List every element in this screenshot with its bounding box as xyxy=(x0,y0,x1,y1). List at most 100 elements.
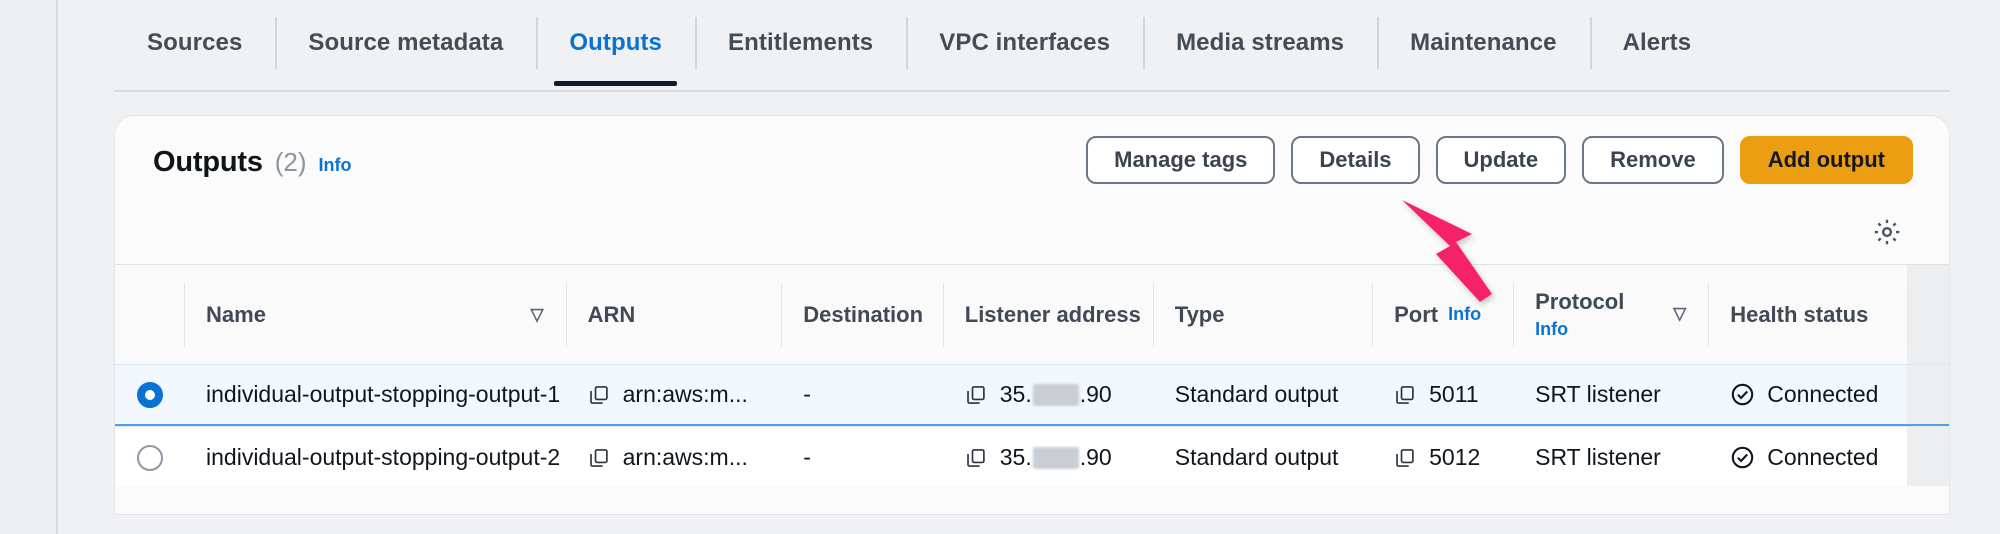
column-header-label: Name xyxy=(206,301,266,327)
copy-icon[interactable] xyxy=(588,447,610,469)
table-row-filler xyxy=(1907,427,1949,488)
row-select-cell[interactable] xyxy=(115,427,184,488)
table-row-filler xyxy=(1907,365,1949,424)
add-output-button[interactable]: Add output xyxy=(1739,136,1913,184)
tab-sources[interactable]: Sources xyxy=(114,0,275,86)
copy-icon[interactable] xyxy=(1394,384,1416,406)
panel-footer xyxy=(115,486,1949,514)
column-header-destination[interactable]: Destination xyxy=(781,265,943,364)
listener-address-prefix: 35. xyxy=(999,381,1032,407)
output-name: individual-output-stopping-output-1 xyxy=(206,381,561,407)
column-info-link[interactable]: Info xyxy=(1535,319,1624,340)
column-header-label: Listener address xyxy=(964,301,1141,327)
sort-descending-icon[interactable]: ▽ xyxy=(531,305,544,325)
tab-alerts[interactable]: Alerts xyxy=(1589,0,1725,86)
details-button[interactable]: Details xyxy=(1291,136,1420,184)
column-header-label: Protocol xyxy=(1535,288,1625,314)
output-type: Standard output xyxy=(1174,381,1339,407)
page-left-rule xyxy=(56,0,58,534)
cell-arn: arn:aws:m... xyxy=(566,365,782,424)
copy-icon[interactable] xyxy=(965,384,987,406)
listener-address-suffix: .90 xyxy=(1079,381,1112,407)
row-radio-button[interactable] xyxy=(136,381,163,408)
status-badge: Connected xyxy=(1767,444,1879,470)
output-protocol: SRT listener xyxy=(1535,381,1661,407)
tab-bar-underline xyxy=(114,90,1950,92)
cell-listener-address: 35. .90 xyxy=(943,427,1153,488)
tab-vpc-interfaces[interactable]: VPC interfaces xyxy=(906,0,1143,86)
row-radio-button[interactable] xyxy=(136,444,163,471)
cell-name: individual-output-stopping-output-1 xyxy=(184,365,566,424)
cell-protocol: SRT listener xyxy=(1513,427,1708,488)
cell-port: 5011 xyxy=(1372,365,1513,424)
status-check-icon xyxy=(1731,383,1754,406)
resource-tab-bar: Sources Source metadata Outputs Entitlement… xyxy=(114,0,1950,92)
table-header-filler xyxy=(1907,265,1949,364)
cell-arn: arn:aws:m... xyxy=(566,427,782,488)
table-header-row: Name ▽ ARN Destination Listener address Type P… xyxy=(115,264,1949,364)
cell-destination: - xyxy=(781,427,943,488)
sort-descending-icon[interactable]: ▽ xyxy=(1673,304,1686,324)
column-header-health-status[interactable]: Health status xyxy=(1708,265,1907,364)
column-header-label: Destination xyxy=(803,301,924,327)
cell-destination: - xyxy=(781,365,943,424)
output-destination: - xyxy=(803,444,811,470)
status-check-icon xyxy=(1731,446,1754,469)
redacted-ip-segment xyxy=(1032,383,1079,406)
outputs-panel-header: Outputs (2) Info Manage tags Details Updat… xyxy=(115,116,1949,264)
manage-tags-button[interactable]: Manage tags xyxy=(1086,136,1276,184)
page-left-gutter xyxy=(0,0,56,534)
update-button[interactable]: Update xyxy=(1435,136,1567,184)
column-header-label: Type xyxy=(1174,301,1225,327)
cell-type: Standard output xyxy=(1153,427,1372,488)
output-port: 5011 xyxy=(1429,381,1479,407)
copy-icon[interactable] xyxy=(965,447,987,469)
column-header-label: ARN xyxy=(587,301,636,327)
panel-title-block: Outputs (2) Info xyxy=(153,146,352,179)
output-arn: arn:aws:m... xyxy=(622,444,748,470)
output-destination: - xyxy=(803,381,811,407)
remove-button[interactable]: Remove xyxy=(1582,136,1724,184)
row-select-cell[interactable] xyxy=(115,365,184,424)
table-row[interactable]: individual-output-stopping-output-1 arn:a… xyxy=(115,364,1949,426)
output-port: 5012 xyxy=(1429,444,1481,470)
panel-info-link[interactable]: Info xyxy=(319,155,352,176)
output-arn: arn:aws:m... xyxy=(622,381,748,407)
cell-listener-address: 35. .90 xyxy=(943,365,1153,424)
cell-type: Standard output xyxy=(1153,365,1372,424)
outputs-count: (2) xyxy=(274,147,307,177)
column-header-arn[interactable]: ARN xyxy=(565,265,782,364)
output-protocol: SRT listener xyxy=(1535,444,1661,470)
select-all-cell xyxy=(115,265,184,364)
column-header-port[interactable]: Port Info xyxy=(1372,265,1513,364)
gear-icon xyxy=(1874,219,1900,245)
tab-outputs[interactable]: Outputs xyxy=(536,0,695,86)
cell-health-status: Connected xyxy=(1708,427,1907,488)
cell-name: individual-output-stopping-output-2 xyxy=(184,427,566,488)
tab-entitlements[interactable]: Entitlements xyxy=(695,0,906,86)
outputs-table: Name ▽ ARN Destination Listener address Type P… xyxy=(115,264,1949,488)
column-header-protocol[interactable]: Protocol Info ▽ xyxy=(1513,265,1708,364)
tab-list: Sources Source metadata Outputs Entitlement… xyxy=(114,0,1950,86)
copy-icon[interactable] xyxy=(588,384,610,406)
table-preferences-button[interactable] xyxy=(1861,208,1913,256)
panel-action-bar: Manage tags Details Update Remove Add output xyxy=(1086,136,1913,184)
column-header-listener-address[interactable]: Listener address xyxy=(942,265,1153,364)
column-header-type[interactable]: Type xyxy=(1152,265,1372,364)
cell-health-status: Connected xyxy=(1708,365,1907,424)
cell-port: 5012 xyxy=(1372,427,1513,488)
listener-address-prefix: 35. xyxy=(999,444,1032,470)
status-badge: Connected xyxy=(1767,381,1879,407)
column-header-label: Health status xyxy=(1730,301,1869,327)
column-info-link[interactable]: Info xyxy=(1448,304,1481,325)
tab-maintenance[interactable]: Maintenance xyxy=(1377,0,1589,86)
page-title: Outputs xyxy=(153,146,263,178)
column-header-label: Port xyxy=(1394,301,1439,327)
copy-icon[interactable] xyxy=(1394,447,1416,469)
tab-source-metadata[interactable]: Source metadata xyxy=(275,0,536,86)
listener-address-suffix: .90 xyxy=(1079,444,1112,470)
table-row[interactable]: individual-output-stopping-output-2 arn:a… xyxy=(115,426,1949,488)
tab-media-streams[interactable]: Media streams xyxy=(1143,0,1377,86)
cell-protocol: SRT listener xyxy=(1513,365,1708,424)
column-header-name[interactable]: Name ▽ xyxy=(184,265,566,364)
